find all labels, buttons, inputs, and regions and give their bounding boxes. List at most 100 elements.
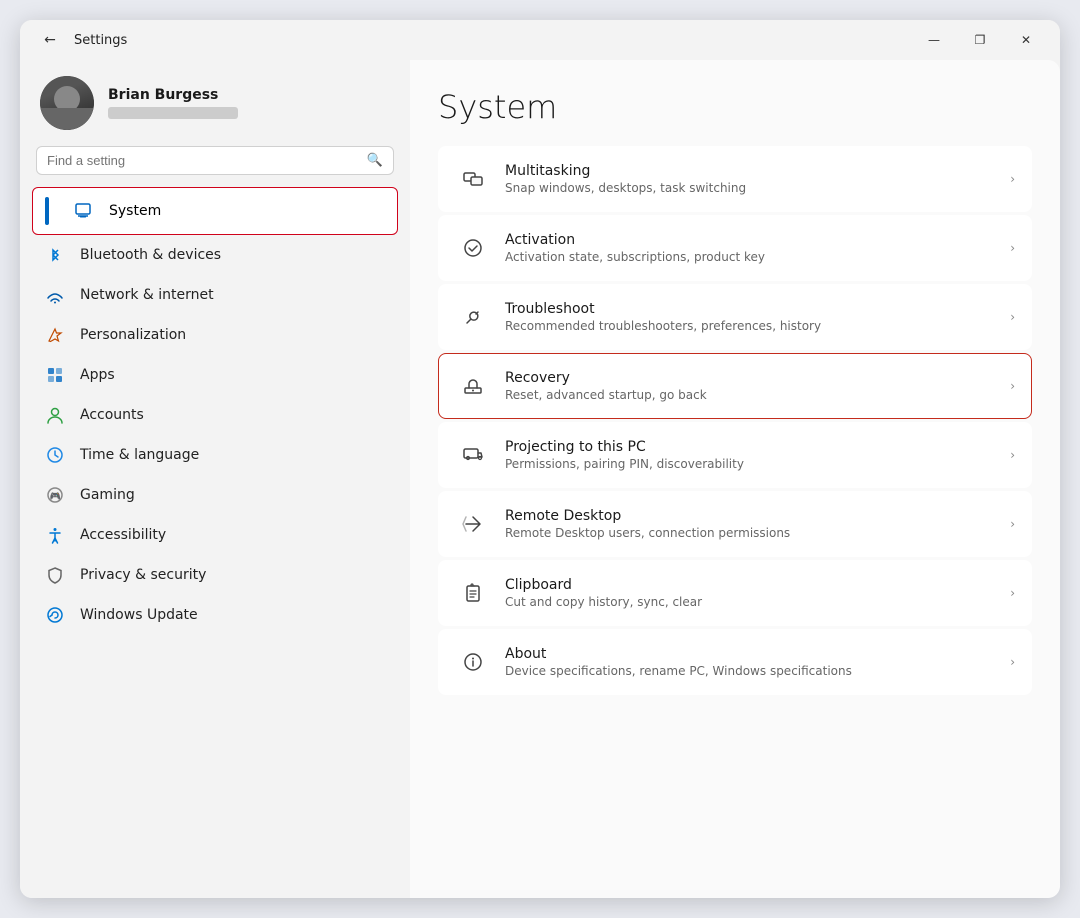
about-title: About xyxy=(505,646,1002,662)
about-text: About Device specifications, rename PC, … xyxy=(505,646,1002,678)
update-icon xyxy=(44,604,66,626)
activation-text: Activation Activation state, subscriptio… xyxy=(505,232,1002,264)
system-icon xyxy=(73,200,95,222)
active-indicator xyxy=(45,197,49,225)
chevron-icon: › xyxy=(1010,241,1015,255)
user-info: Brian Burgess xyxy=(108,87,238,119)
gaming-icon: 🎮 xyxy=(44,484,66,506)
settings-item-about[interactable]: About Device specifications, rename PC, … xyxy=(438,629,1032,695)
bluetooth-icon xyxy=(44,244,66,266)
sidebar-item-privacy[interactable]: Privacy & security xyxy=(32,555,398,595)
troubleshoot-text: Troubleshoot Recommended troubleshooters… xyxy=(505,301,1002,333)
sidebar-label-accessibility: Accessibility xyxy=(80,527,166,543)
sidebar-label-network: Network & internet xyxy=(80,287,214,303)
sidebar-label-gaming: Gaming xyxy=(80,487,135,503)
sidebar-label-accounts: Accounts xyxy=(80,407,144,423)
accessibility-icon xyxy=(44,524,66,546)
clipboard-desc: Cut and copy history, sync, clear xyxy=(505,595,1002,609)
chevron-icon: › xyxy=(1010,448,1015,462)
user-profile: Brian Burgess xyxy=(32,60,398,146)
clipboard-title: Clipboard xyxy=(505,577,1002,593)
back-button[interactable]: ← xyxy=(36,26,64,54)
multitasking-icon xyxy=(455,161,491,197)
sidebar-item-network[interactable]: Network & internet xyxy=(32,275,398,315)
sidebar-item-accounts[interactable]: Accounts xyxy=(32,395,398,435)
sidebar-label-apps: Apps xyxy=(80,367,115,383)
activation-desc: Activation state, subscriptions, product… xyxy=(505,250,1002,264)
apps-icon xyxy=(44,364,66,386)
maximize-button[interactable]: ❐ xyxy=(958,24,1002,56)
sidebar-item-update[interactable]: Windows Update xyxy=(32,595,398,635)
search-input[interactable] xyxy=(47,153,361,168)
sidebar-item-system[interactable]: System xyxy=(32,187,398,235)
multitasking-desc: Snap windows, desktops, task switching xyxy=(505,181,1002,195)
about-desc: Device specifications, rename PC, Window… xyxy=(505,664,1002,678)
title-bar-left: ← Settings xyxy=(36,26,127,54)
user-email-placeholder xyxy=(108,107,238,119)
app-title: Settings xyxy=(74,33,127,48)
page-title: System xyxy=(438,88,1032,126)
minimize-button[interactable]: — xyxy=(912,24,956,56)
sidebar-label-personalization: Personalization xyxy=(80,327,186,343)
settings-window: ← Settings — ❐ ✕ Brian Burgess xyxy=(20,20,1060,898)
troubleshoot-icon xyxy=(455,299,491,335)
recovery-text: Recovery Reset, advanced startup, go bac… xyxy=(505,370,1002,402)
multitasking-text: Multitasking Snap windows, desktops, tas… xyxy=(505,163,1002,195)
sidebar: Brian Burgess 🔍 xyxy=(20,60,410,898)
remotedesktop-icon xyxy=(455,506,491,542)
chevron-icon: › xyxy=(1010,310,1015,324)
clipboard-icon xyxy=(455,575,491,611)
troubleshoot-title: Troubleshoot xyxy=(505,301,1002,317)
accounts-icon xyxy=(44,404,66,426)
sidebar-label-privacy: Privacy & security xyxy=(80,567,206,583)
sidebar-label-time: Time & language xyxy=(80,447,199,463)
sidebar-item-apps[interactable]: Apps xyxy=(32,355,398,395)
sidebar-item-accessibility[interactable]: Accessibility xyxy=(32,515,398,555)
activation-icon xyxy=(455,230,491,266)
settings-item-recovery[interactable]: Recovery Reset, advanced startup, go bac… xyxy=(438,353,1032,419)
recovery-desc: Reset, advanced startup, go back xyxy=(505,388,1002,402)
troubleshoot-desc: Recommended troubleshooters, preferences… xyxy=(505,319,1002,333)
remotedesktop-desc: Remote Desktop users, connection permiss… xyxy=(505,526,1002,540)
chevron-icon: › xyxy=(1010,172,1015,186)
projecting-text: Projecting to this PC Permissions, pairi… xyxy=(505,439,1002,471)
chevron-icon: › xyxy=(1010,517,1015,531)
network-icon xyxy=(44,284,66,306)
privacy-icon xyxy=(44,564,66,586)
sidebar-label-system: System xyxy=(109,203,161,219)
svg-text:🎮: 🎮 xyxy=(50,492,61,502)
avatar-image xyxy=(40,76,94,130)
search-icon: 🔍 xyxy=(367,153,383,168)
sidebar-item-time[interactable]: Time & language xyxy=(32,435,398,475)
sidebar-item-bluetooth[interactable]: Bluetooth & devices xyxy=(32,235,398,275)
recovery-title: Recovery xyxy=(505,370,1002,386)
chevron-icon: › xyxy=(1010,379,1015,393)
sidebar-item-gaming[interactable]: 🎮 Gaming xyxy=(32,475,398,515)
settings-item-clipboard[interactable]: Clipboard Cut and copy history, sync, cl… xyxy=(438,560,1032,626)
window-controls: — ❐ ✕ xyxy=(912,24,1048,56)
time-icon xyxy=(44,444,66,466)
chevron-icon: › xyxy=(1010,655,1015,669)
sidebar-label-update: Windows Update xyxy=(80,607,198,623)
settings-item-multitasking[interactable]: Multitasking Snap windows, desktops, tas… xyxy=(438,146,1032,212)
settings-item-projecting[interactable]: Projecting to this PC Permissions, pairi… xyxy=(438,422,1032,488)
search-box[interactable]: 🔍 xyxy=(36,146,394,175)
settings-item-activation[interactable]: Activation Activation state, subscriptio… xyxy=(438,215,1032,281)
sidebar-item-personalization[interactable]: Personalization xyxy=(32,315,398,355)
user-name: Brian Burgess xyxy=(108,87,238,103)
avatar xyxy=(40,76,94,130)
content-area: Brian Burgess 🔍 xyxy=(20,60,1060,898)
projecting-desc: Permissions, pairing PIN, discoverabilit… xyxy=(505,457,1002,471)
multitasking-title: Multitasking xyxy=(505,163,1002,179)
projecting-title: Projecting to this PC xyxy=(505,439,1002,455)
clipboard-text: Clipboard Cut and copy history, sync, cl… xyxy=(505,577,1002,609)
close-button[interactable]: ✕ xyxy=(1004,24,1048,56)
sidebar-label-bluetooth: Bluetooth & devices xyxy=(80,247,221,263)
remotedesktop-text: Remote Desktop Remote Desktop users, con… xyxy=(505,508,1002,540)
settings-item-remotedesktop[interactable]: Remote Desktop Remote Desktop users, con… xyxy=(438,491,1032,557)
activation-title: Activation xyxy=(505,232,1002,248)
personalization-icon xyxy=(44,324,66,346)
projecting-icon xyxy=(455,437,491,473)
settings-list: Multitasking Snap windows, desktops, tas… xyxy=(438,146,1032,695)
settings-item-troubleshoot[interactable]: Troubleshoot Recommended troubleshooters… xyxy=(438,284,1032,350)
